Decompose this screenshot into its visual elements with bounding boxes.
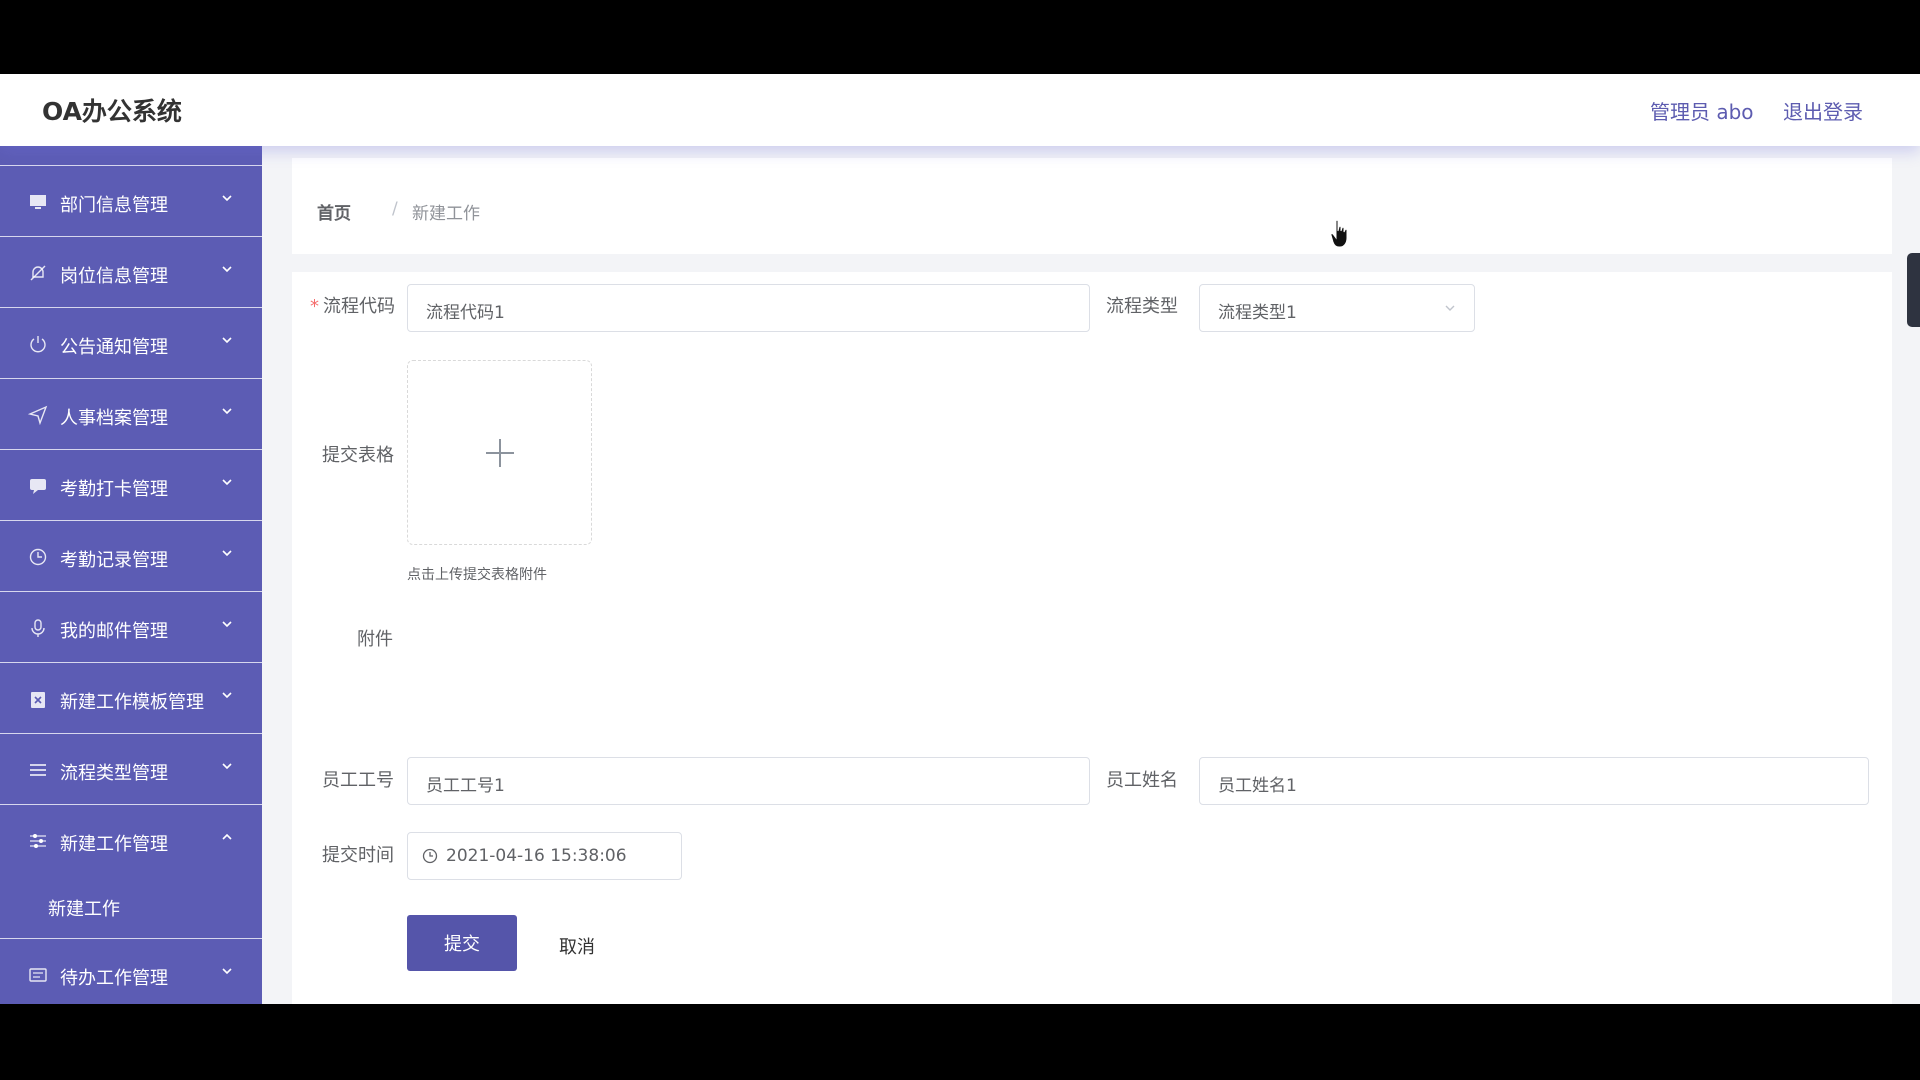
sidebar-subitem-new-work[interactable]: 新建工作 <box>48 895 120 921</box>
upload-box[interactable] <box>407 360 592 545</box>
sidebar-item-label: 新建工作管理 <box>60 834 168 855</box>
hand-cursor-icon <box>1330 219 1348 248</box>
chevron-up-icon <box>222 833 232 840</box>
power-icon <box>30 336 46 353</box>
submit-time-value: 2021-04-16 15:38:06 <box>446 846 627 866</box>
attachment-label: 附件 <box>357 629 393 650</box>
app-logo: OA办公系统 <box>42 97 182 126</box>
list-icon <box>30 764 46 776</box>
letterbox-bottom <box>0 1004 1920 1080</box>
sidebar-item-personnel[interactable]: 人事档案管理 <box>0 379 262 450</box>
main-content: 首页 / 新建工作 * 流程代码 流程代码1 流程类型 流程类型1 提交表格 点击… <box>262 146 1920 1004</box>
breadcrumb-home[interactable]: 首页 <box>317 199 351 224</box>
process-code-label: * 流程代码 <box>310 296 395 317</box>
employee-name-label: 员工姓名 <box>1106 770 1178 791</box>
sidebar-item-todo-work[interactable]: 待办工作管理 <box>0 939 262 1004</box>
logout-link[interactable]: 退出登录 <box>1783 96 1863 125</box>
chevron-down-icon <box>222 408 232 415</box>
sidebar-item-label: 新建工作模板管理 <box>60 692 204 713</box>
submit-form-label: 提交表格 <box>322 445 394 466</box>
microphone-icon <box>31 619 45 637</box>
chevron-down-icon <box>222 621 232 628</box>
cancel-button[interactable]: 取消 <box>559 933 595 959</box>
sidebar-item-label: 部门信息管理 <box>60 195 168 216</box>
chevron-down-icon <box>222 550 232 557</box>
sidebar-item-label: 人事档案管理 <box>60 408 168 429</box>
sidebar-item-label: 岗位信息管理 <box>60 266 168 287</box>
top-header: OA办公系统 管理员 abo 退出登录 <box>0 74 1920 146</box>
breadcrumb-current: 新建工作 <box>412 204 480 224</box>
new-work-form: * 流程代码 流程代码1 流程类型 流程类型1 提交表格 点击上传提交表格附件 附… <box>292 272 1892 1004</box>
chevron-down-icon <box>222 692 232 699</box>
chevron-down-icon <box>1445 305 1455 311</box>
chevron-down-icon <box>222 195 232 202</box>
clock-icon <box>422 848 438 864</box>
sidebar-item-label: 公告通知管理 <box>60 337 168 358</box>
sidebar-item-work-template[interactable]: 新建工作模板管理 <box>0 663 262 734</box>
edge-handle[interactable] <box>1907 253 1920 327</box>
sidebar-item-new-work[interactable]: 新建工作管理 新建工作 <box>0 805 262 939</box>
sidebar-item-label: 我的邮件管理 <box>60 621 168 642</box>
process-type-label: 流程类型 <box>1106 296 1178 317</box>
clipboard-icon <box>31 692 45 708</box>
chevron-down-icon <box>222 763 232 770</box>
process-code-input[interactable]: 流程代码1 <box>407 284 1090 332</box>
chevron-down-icon <box>222 266 232 273</box>
bell-off-icon <box>30 265 46 281</box>
submit-time-label: 提交时间 <box>322 845 394 866</box>
sidebar-item-department[interactable]: 部门信息管理 <box>0 166 262 237</box>
sidebar-item-label: 考勤打卡管理 <box>60 479 168 500</box>
breadcrumb: 首页 / 新建工作 <box>292 158 1892 254</box>
letterbox-top <box>0 0 1920 74</box>
sidebar-item-label: 考勤记录管理 <box>60 550 168 571</box>
chat-icon <box>30 479 46 494</box>
chevron-down-icon <box>222 337 232 344</box>
clock-icon <box>29 548 47 566</box>
plus-icon <box>486 439 514 467</box>
send-icon <box>28 405 48 425</box>
breadcrumb-separator: / <box>392 199 398 219</box>
sidebar-item-process-type[interactable]: 流程类型管理 <box>0 734 262 805</box>
sidebar-item-notice[interactable]: 公告通知管理 <box>0 308 262 379</box>
current-user: 管理员 abo <box>1650 100 1754 124</box>
sidebar-item-attendance-record[interactable]: 考勤记录管理 <box>0 521 262 592</box>
sidebar-top-strip <box>0 146 262 166</box>
sidebar-item-mail[interactable]: 我的邮件管理 <box>0 592 262 663</box>
monitor-icon <box>30 195 46 209</box>
employee-no-input[interactable]: 员工工号1 <box>407 757 1090 805</box>
upload-tip: 点击上传提交表格附件 <box>407 567 547 583</box>
sidebar-item-position[interactable]: 岗位信息管理 <box>0 237 262 308</box>
employee-name-input[interactable]: 员工姓名1 <box>1199 757 1869 805</box>
sliders-icon <box>30 834 46 848</box>
chevron-down-icon <box>222 968 232 975</box>
sidebar-menu: 部门信息管理 岗位信息管理 公告通知管理 人事档案管理 考勤打卡管理 考勤记录管… <box>0 146 262 1004</box>
process-type-select[interactable]: 流程类型1 <box>1199 284 1475 332</box>
process-type-value: 流程类型1 <box>1218 303 1297 323</box>
chevron-down-icon <box>222 479 232 486</box>
app-window: OA办公系统 管理员 abo 退出登录 部门信息管理 岗位信息管理 公告通知管理… <box>0 74 1920 1004</box>
message-box-icon <box>29 968 47 982</box>
sidebar-item-attendance-clock[interactable]: 考勤打卡管理 <box>0 450 262 521</box>
submit-time-picker[interactable]: 2021-04-16 15:38:06 <box>407 832 682 880</box>
submit-button[interactable]: 提交 <box>407 915 517 971</box>
sidebar-item-label: 待办工作管理 <box>60 968 168 989</box>
employee-no-label: 员工工号 <box>322 770 394 791</box>
sidebar-item-label: 流程类型管理 <box>60 763 168 784</box>
